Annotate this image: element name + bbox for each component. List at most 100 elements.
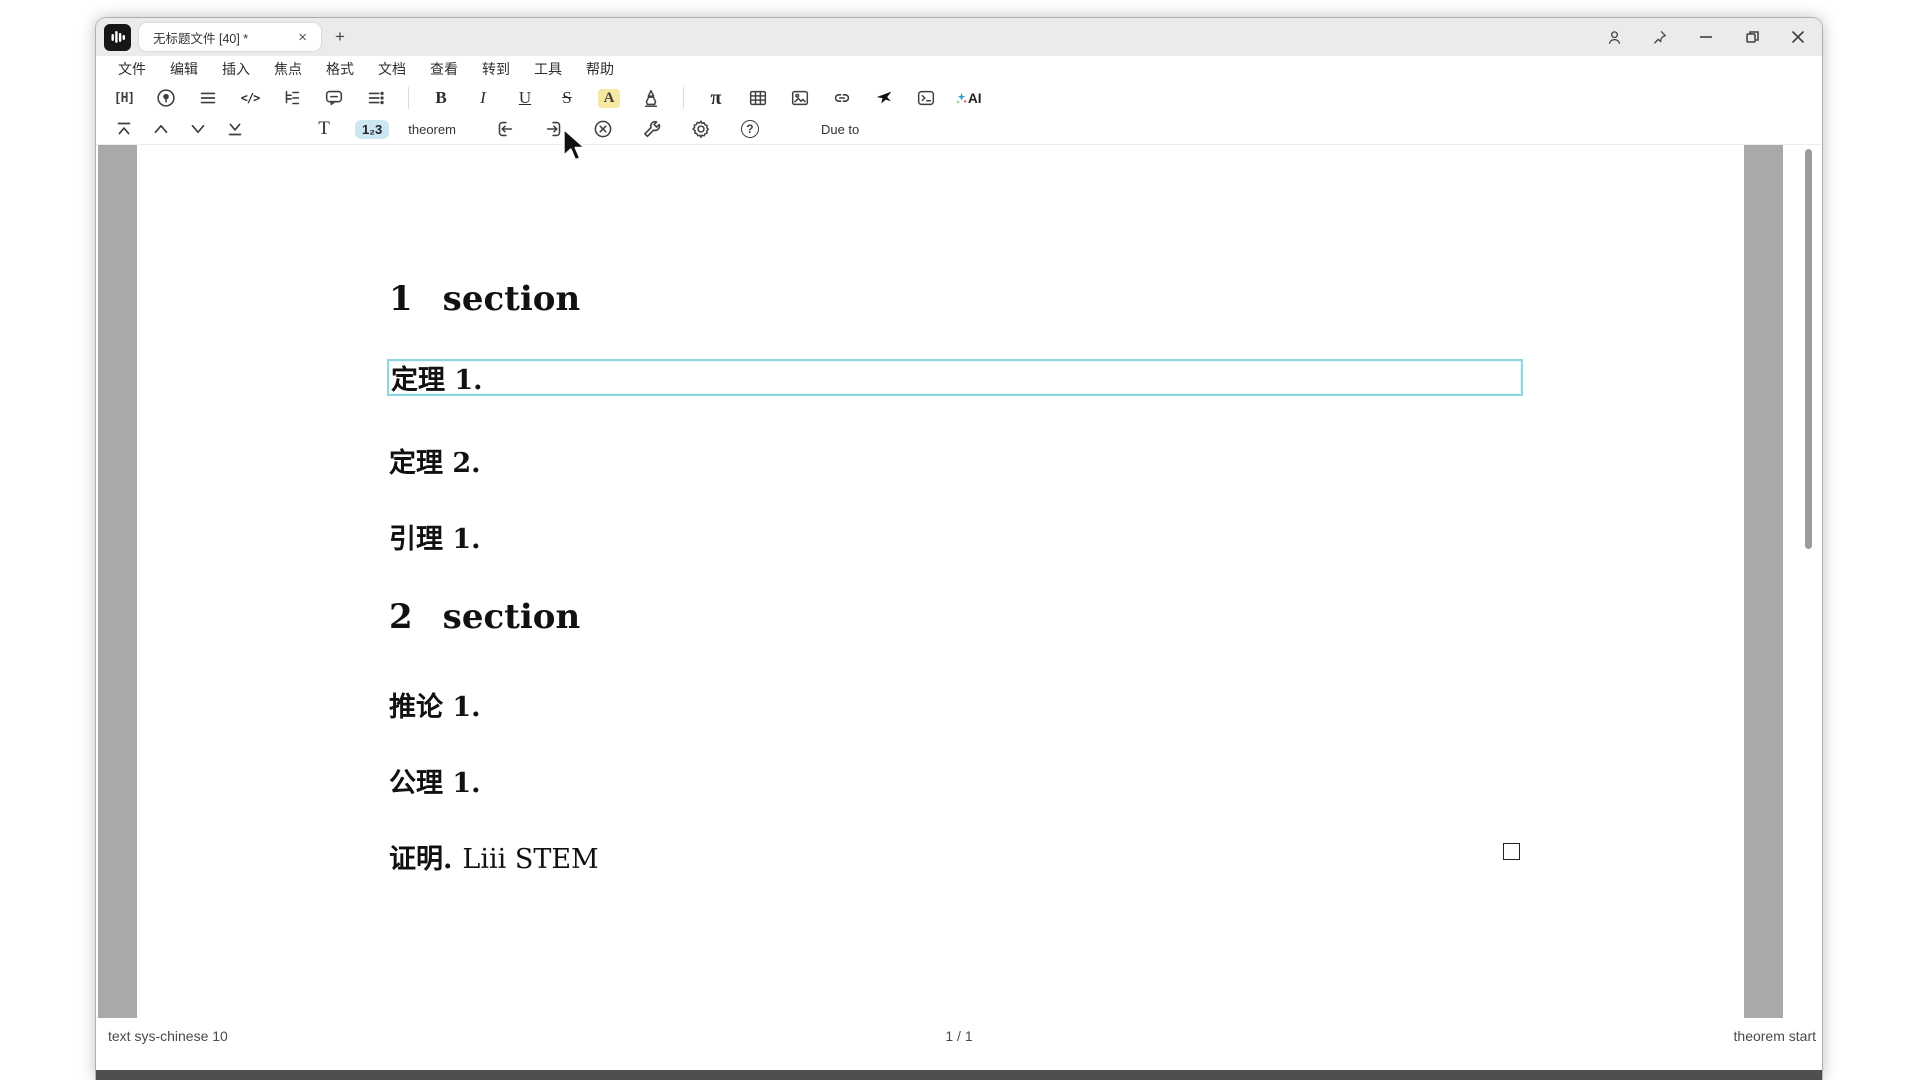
wrench-icon: [641, 118, 663, 140]
due-to-label[interactable]: Due to: [821, 122, 859, 137]
section-heading-2[interactable]: 2 section: [389, 597, 580, 637]
account-button[interactable]: [1604, 27, 1624, 47]
structure-button[interactable]: [H]: [112, 86, 136, 110]
numbering-active-icon: 1₂3: [355, 120, 389, 139]
pin-button[interactable]: [1650, 27, 1670, 47]
outline-tree-button[interactable]: [280, 86, 304, 110]
highlight-color-button[interactable]: A: [597, 86, 621, 110]
structure-up-button[interactable]: [149, 117, 173, 141]
menu-bar: 文件 编辑 插入 焦点 格式 文档 查看 转到 工具 帮助: [96, 56, 1822, 82]
mouse-cursor: [558, 126, 592, 171]
scroll-top-icon: [113, 118, 135, 140]
link-button[interactable]: [830, 86, 854, 110]
help-button[interactable]: ?: [738, 117, 762, 141]
laser-pointer-button[interactable]: [872, 86, 896, 110]
numbering-toggle-button[interactable]: 1₂3: [355, 117, 389, 141]
menu-item-go[interactable]: 转到: [482, 59, 510, 79]
list-style-button[interactable]: [364, 86, 388, 110]
image-icon: [789, 87, 811, 109]
scroll-top-button[interactable]: [112, 117, 136, 141]
app-window: 无标题文件 [40] * × +: [96, 18, 1822, 1080]
help-icon: ?: [741, 120, 759, 138]
document-page[interactable]: 1section 定理 1. 定理 2. 引理 1. 2 section 推论 1…: [137, 145, 1744, 1018]
minimize-button[interactable]: [1696, 27, 1716, 47]
table-icon: [747, 87, 769, 109]
menu-item-format[interactable]: 格式: [326, 59, 354, 79]
status-position-indicator: theorem start: [1734, 1028, 1816, 1044]
ai-assistant-button[interactable]: AI: [956, 86, 982, 110]
axiom-1-line[interactable]: 公理 1.: [389, 761, 481, 800]
hamburger-menu-button[interactable]: [196, 86, 220, 110]
toolbar-separator: [683, 87, 684, 109]
scroll-bottom-icon: [224, 118, 246, 140]
comment-button[interactable]: [322, 86, 346, 110]
vertical-scrollbar-thumb[interactable]: [1805, 149, 1812, 549]
structure-down-button[interactable]: [186, 117, 210, 141]
italic-button[interactable]: I: [471, 86, 495, 110]
section-title: section: [443, 279, 581, 319]
theorem-2-line[interactable]: 定理 2.: [389, 441, 481, 480]
menu-item-insert[interactable]: 插入: [222, 59, 250, 79]
list-detail-icon: [365, 87, 387, 109]
app-logo-icon: [104, 24, 131, 51]
menu-item-help[interactable]: 帮助: [586, 59, 614, 79]
canvas-margin-left: [98, 145, 138, 1018]
insert-before-button[interactable]: [493, 117, 517, 141]
chevron-down-icon: [187, 118, 209, 140]
corollary-1-line[interactable]: 推论 1.: [389, 685, 481, 724]
preferences-wrench-button[interactable]: [640, 117, 664, 141]
section-number: 2: [389, 597, 413, 637]
proof-line[interactable]: 证明. Liii STEM: [389, 837, 1660, 876]
lemma-1-line[interactable]: 引理 1.: [389, 517, 481, 556]
ai-label: AI: [968, 91, 982, 106]
focus-toolbar: T 1₂3 theorem: [96, 114, 1822, 144]
outline-tree-icon: [281, 87, 303, 109]
comment-icon: [323, 87, 345, 109]
theorem-1-label: 定理 1.: [389, 358, 483, 397]
status-bar: text sys-chinese 10 1 / 1 theorem start: [98, 1020, 1820, 1054]
remove-environment-button[interactable]: [591, 117, 615, 141]
hamburger-icon: [197, 87, 219, 109]
highlight-a-icon: A: [598, 89, 621, 108]
tab-close-icon[interactable]: ×: [294, 29, 311, 46]
window-bottom-edge: [96, 1070, 1822, 1080]
menu-item-file[interactable]: 文件: [118, 59, 146, 79]
terminal-icon: [915, 87, 937, 109]
source-code-button[interactable]: </>: [238, 86, 262, 110]
scroll-bottom-button[interactable]: [223, 117, 247, 141]
toolbar-separator: [408, 87, 409, 109]
proof-label: 证明.: [389, 837, 452, 876]
laser-pointer-icon: [873, 87, 895, 109]
table-button[interactable]: [746, 86, 770, 110]
ai-sparkle-icon: [956, 93, 967, 104]
ink-color-button[interactable]: [639, 86, 663, 110]
menu-item-document[interactable]: 文档: [378, 59, 406, 79]
new-tab-button[interactable]: +: [335, 27, 345, 47]
math-button[interactable]: π: [704, 86, 728, 110]
qed-box: [1503, 843, 1520, 860]
underline-button[interactable]: U: [513, 86, 537, 110]
terminal-button[interactable]: [914, 86, 938, 110]
tab-bar: 无标题文件 [40] * × +: [96, 18, 1822, 56]
section-title: section: [443, 597, 581, 637]
gear-icon: [690, 118, 712, 140]
menu-item-edit[interactable]: 编辑: [170, 59, 198, 79]
close-button[interactable]: [1788, 27, 1808, 47]
locate-pin-button[interactable]: [154, 86, 178, 110]
menu-item-tools[interactable]: 工具: [534, 59, 562, 79]
main-toolbar: [H] </> B: [96, 82, 1822, 114]
theorem-1-selected-box[interactable]: 定理 1.: [387, 359, 1523, 396]
strikethrough-button[interactable]: S: [555, 86, 579, 110]
section-heading-1[interactable]: 1section: [389, 279, 580, 319]
text-style-button[interactable]: T: [312, 117, 336, 141]
document-tab[interactable]: 无标题文件 [40] * ×: [139, 23, 321, 51]
tab-title: 无标题文件 [40] *: [153, 28, 294, 47]
menu-item-view[interactable]: 查看: [430, 59, 458, 79]
canvas-margin-right: [1743, 145, 1783, 1018]
maximize-restore-button[interactable]: [1742, 27, 1762, 47]
settings-gear-button[interactable]: [689, 117, 713, 141]
theorem-mode-label[interactable]: theorem: [408, 122, 456, 137]
bold-button[interactable]: B: [429, 86, 453, 110]
image-button[interactable]: [788, 86, 812, 110]
menu-item-focus[interactable]: 焦点: [274, 59, 302, 79]
